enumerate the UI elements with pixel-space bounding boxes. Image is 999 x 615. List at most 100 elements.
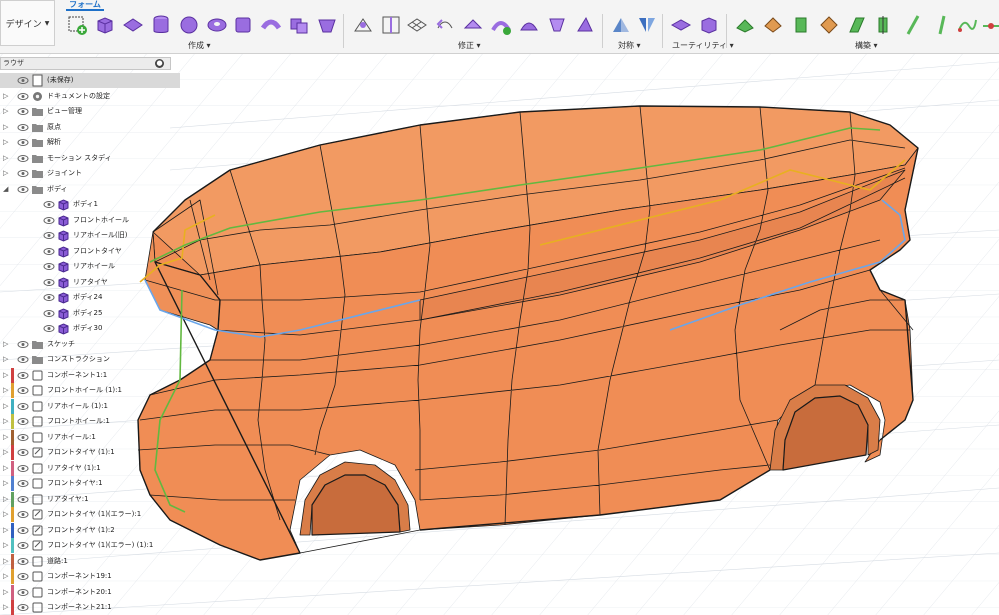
tree-row-sketches[interactable]: ▷ スケッチ xyxy=(0,337,180,352)
visibility-eye-icon[interactable] xyxy=(17,91,29,102)
weld-vertices-icon[interactable] xyxy=(544,12,570,38)
tree-row-doc-settings[interactable]: ▷ ドキュメントの設定 xyxy=(0,89,180,104)
visibility-eye-icon[interactable] xyxy=(17,602,29,613)
expand-arrow-icon[interactable]: ▷ xyxy=(3,123,8,131)
tree-row-body24[interactable]: ボディ24 xyxy=(0,290,180,305)
visibility-eye-icon[interactable] xyxy=(17,401,29,412)
tree-row-origin[interactable]: ▷ 原点 xyxy=(0,120,180,135)
tree-row-rear-wheel-old[interactable]: リアホイール(旧) xyxy=(0,228,180,243)
visibility-eye-icon[interactable] xyxy=(43,199,55,210)
tree-row-rear-wheel-2[interactable]: ▷ リアホイール:1 xyxy=(0,429,180,445)
group-label-create[interactable]: 作成 ▾ xyxy=(188,40,211,51)
expand-arrow-icon[interactable]: ▷ xyxy=(3,356,8,363)
visibility-eye-icon[interactable] xyxy=(43,246,55,257)
expand-arrow-icon[interactable]: ▷ xyxy=(3,511,8,518)
visibility-eye-icon[interactable] xyxy=(43,261,55,272)
tree-row-rear-tire[interactable]: リアタイヤ xyxy=(0,275,180,290)
tree-row-motion-study[interactable]: ▷ モーション スタディ xyxy=(0,151,180,166)
cylinder-icon[interactable] xyxy=(148,12,174,38)
axis-icon[interactable] xyxy=(872,12,898,38)
expand-arrow-icon[interactable]: ▷ xyxy=(3,387,8,394)
tree-row-front-wheel-1[interactable]: ▷ フロントホイール (1):1 xyxy=(0,383,180,398)
tree-row-rear-tire-1[interactable]: ▷ リアタイヤ (1):1 xyxy=(0,460,180,476)
edit-form-icon[interactable] xyxy=(350,12,376,38)
expand-arrow-icon[interactable]: ▷ xyxy=(3,418,8,425)
pipe-icon[interactable] xyxy=(258,12,284,38)
expand-arrow-icon[interactable]: ▷ xyxy=(3,573,8,580)
torus-icon[interactable] xyxy=(204,12,230,38)
visibility-eye-icon[interactable] xyxy=(17,75,29,86)
expand-arrow-icon[interactable]: ▷ xyxy=(3,170,8,177)
fill-hole-icon[interactable] xyxy=(516,12,542,38)
expand-arrow-icon[interactable]: ▷ xyxy=(3,449,8,456)
tab-form[interactable]: フォーム xyxy=(66,0,104,11)
tree-row-construction[interactable]: ▷ コンストラクション xyxy=(0,352,180,367)
visibility-eye-icon[interactable] xyxy=(17,416,29,427)
expand-arrow-icon[interactable]: ▷ xyxy=(3,154,8,162)
convert-icon[interactable] xyxy=(696,12,722,38)
tree-row-front-tire-1-2[interactable]: ▷ フロントタイヤ (1):2 xyxy=(0,522,180,538)
axis-through-edge-icon[interactable] xyxy=(900,12,926,38)
plane-through-points-icon[interactable] xyxy=(844,12,870,38)
point-at-vertex-icon[interactable] xyxy=(978,12,999,38)
quadball-icon[interactable] xyxy=(230,12,256,38)
tree-row-bodies[interactable]: ◢ ボディ xyxy=(0,182,180,197)
insert-point-icon[interactable] xyxy=(432,12,458,38)
visibility-eye-icon[interactable] xyxy=(17,370,29,381)
group-label-utilities[interactable]: ユーティリティ ▾ xyxy=(672,40,734,51)
visibility-eye-icon[interactable] xyxy=(17,106,29,117)
visibility-eye-icon[interactable] xyxy=(17,463,29,474)
tangent-plane-icon[interactable] xyxy=(788,12,814,38)
visibility-eye-icon[interactable] xyxy=(17,432,29,443)
expand-arrow-icon[interactable]: ▷ xyxy=(3,480,8,487)
visibility-eye-icon[interactable] xyxy=(17,447,29,458)
expand-arrow-icon[interactable]: ▷ xyxy=(3,526,8,534)
visibility-eye-icon[interactable] xyxy=(17,168,29,179)
tree-row-front-tire[interactable]: フロントタイヤ xyxy=(0,244,180,259)
expand-arrow-icon[interactable]: ▷ xyxy=(3,588,8,596)
visibility-eye-icon[interactable] xyxy=(17,339,29,350)
expand-arrow-icon[interactable]: ▷ xyxy=(3,542,8,549)
tree-row-comp19[interactable]: ▷ コンポーネント19:1 xyxy=(0,569,180,584)
tree-row-road[interactable]: ▷ 道路:1 xyxy=(0,553,180,569)
tree-row-rear-wheel-1[interactable]: ▷ リアホイール (1):1 xyxy=(0,398,180,414)
tree-row-named-views[interactable]: ▷ ビュー管理 xyxy=(0,104,180,119)
insert-edge-icon[interactable] xyxy=(378,12,404,38)
tree-row-front-tire-1[interactable]: ▷ フロントタイヤ (1):1 xyxy=(0,445,180,460)
plane-at-angle-icon[interactable] xyxy=(760,12,786,38)
tree-row-front-tire-err2[interactable]: ▷ フロントタイヤ (1)(エラー) (1):1 xyxy=(0,538,180,553)
tree-row-rear-wheel[interactable]: リアホイール xyxy=(0,259,180,274)
expand-arrow-icon[interactable]: ▷ xyxy=(3,371,8,379)
visibility-eye-icon[interactable] xyxy=(17,137,29,148)
display-mode-icon[interactable] xyxy=(668,12,694,38)
visibility-eye-icon[interactable] xyxy=(17,184,29,195)
expand-arrow-icon[interactable]: ▷ xyxy=(3,433,8,441)
visibility-eye-icon[interactable] xyxy=(17,540,29,551)
tree-row-body1[interactable]: ボディ1 xyxy=(0,197,180,212)
expand-arrow-icon[interactable]: ▷ xyxy=(3,139,8,146)
tree-row-front-tire-err1[interactable]: ▷ フロントタイヤ (1)(エラー):1 xyxy=(0,507,180,522)
tree-row-root[interactable]: (未保存) xyxy=(0,73,180,88)
visibility-eye-icon[interactable] xyxy=(17,494,29,505)
browser-panel-header[interactable]: ラウザ ● xyxy=(0,57,171,70)
plane-icon[interactable] xyxy=(120,12,146,38)
tree-row-comp21[interactable]: ▷ コンポーネント21:1 xyxy=(0,600,180,615)
expand-arrow-icon[interactable]: ▷ xyxy=(3,464,8,472)
visibility-eye-icon[interactable] xyxy=(17,587,29,598)
tree-row-body30[interactable]: ボディ30 xyxy=(0,321,180,336)
tree-row-rear-tire-2[interactable]: ▷ リアタイヤ:1 xyxy=(0,491,180,507)
subdivide-icon[interactable] xyxy=(404,12,430,38)
visibility-eye-icon[interactable] xyxy=(43,292,55,303)
expand-arrow-icon[interactable]: ▷ xyxy=(3,108,8,115)
midplane-icon[interactable] xyxy=(816,12,842,38)
visibility-eye-icon[interactable] xyxy=(17,509,29,520)
expand-arrow-icon[interactable]: ◢ xyxy=(3,185,8,193)
mirror-duplicate-icon[interactable] xyxy=(634,12,660,38)
expand-arrow-icon[interactable]: ▷ xyxy=(3,402,8,410)
visibility-eye-icon[interactable] xyxy=(17,556,29,567)
visibility-eye-icon[interactable] xyxy=(17,354,29,365)
collapse-panel-icon[interactable]: ● xyxy=(155,59,164,68)
create-form-sketch-icon[interactable] xyxy=(64,12,90,38)
box-icon[interactable] xyxy=(92,12,118,38)
offset-plane-icon[interactable] xyxy=(732,12,758,38)
